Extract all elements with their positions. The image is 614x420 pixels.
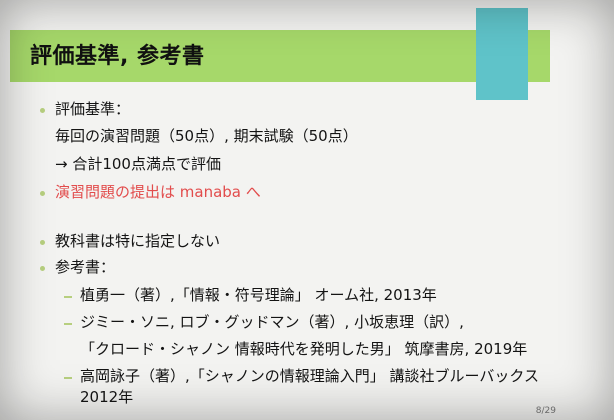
bullet-marker — [40, 108, 45, 113]
criteria-detail: 毎回の演習問題（50点）, 期末試験（50点） — [55, 127, 358, 145]
reference-1: 植勇一（著）,「情報・符号理論」 オーム社, 2013年 — [80, 286, 437, 304]
bullet-marker — [40, 266, 45, 271]
reference-3-year: 2012年 — [80, 388, 134, 406]
reference-2-title: 「クロード・シャノン 情報時代を発明した男」 筑摩書房, 2019年 — [80, 340, 528, 358]
reference-3: 高岡詠子（著）,「シャノンの情報理論入門」 講談社ブルーバックス — [80, 367, 539, 385]
criteria-total: → 合計100点満点で評価 — [55, 155, 221, 173]
reference-2-authors: ジミー・ソニ, ロブ・グッドマン（著）, 小坂恵理（訳）, — [80, 313, 464, 331]
bullet-marker — [40, 240, 45, 245]
slide: 評価基準, 参考書 評価基準： 毎回の演習問題（50点）, 期末試験（50点） … — [0, 0, 614, 420]
dash-marker — [64, 323, 72, 325]
textbook-note: 教科書は特に指定しない — [55, 232, 221, 250]
submission-note: 演習問題の提出は manaba へ — [55, 183, 261, 201]
dash-marker — [64, 377, 72, 379]
criteria-heading: 評価基準： — [55, 100, 131, 118]
bullet-marker — [40, 191, 45, 196]
page-number: 8/29 — [535, 406, 556, 416]
dash-marker — [64, 296, 72, 298]
slide-content: 評価基準： 毎回の演習問題（50点）, 期末試験（50点） → 合計100点満点… — [0, 0, 614, 420]
references-heading: 参考書： — [55, 258, 116, 276]
